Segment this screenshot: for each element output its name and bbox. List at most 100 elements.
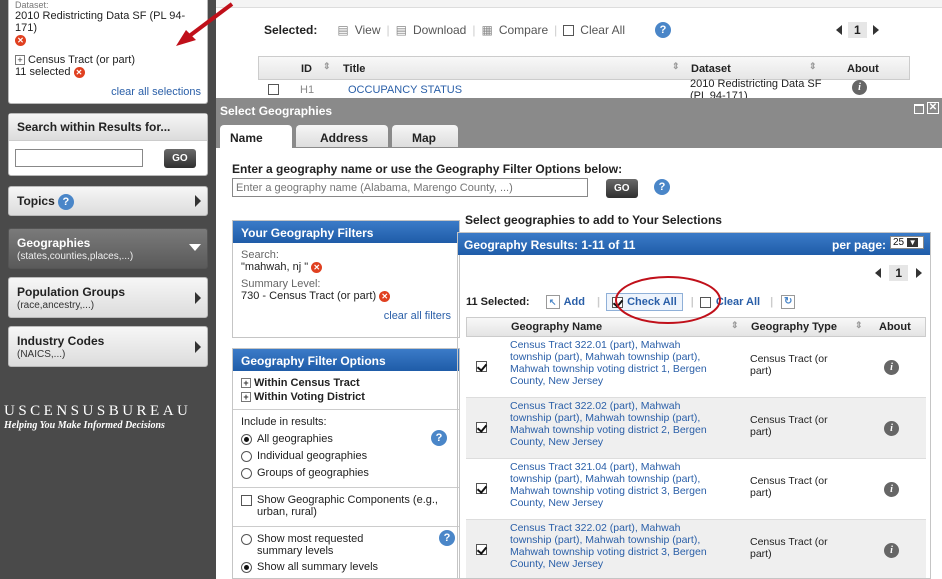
col-title[interactable]: Title — [343, 63, 365, 75]
geographies-panel[interactable]: Geographies (states,counties,places,...) — [8, 228, 208, 269]
results-of: of — [608, 238, 620, 252]
geography-name-link[interactable]: Census Tract 322.01 (part), Mahwah towns… — [510, 339, 724, 387]
geography-name-link[interactable]: Census Tract 321.04 (part), Mahwah towns… — [510, 461, 724, 509]
row-title[interactable]: OCCUPANCY STATUS — [348, 84, 462, 96]
col-geography-type[interactable]: Geography Type — [751, 321, 837, 333]
about-info-icon[interactable]: i — [884, 543, 899, 558]
compare-button[interactable]: Compare — [499, 23, 548, 37]
clear-all-button[interactable]: Clear All — [580, 23, 625, 37]
dataset-label: 2010 Redistricting Data SF (PL 94-171) — [15, 10, 186, 34]
filter-options-header: Geography Filter Options — [233, 349, 459, 371]
refresh-icon[interactable]: ↻ — [781, 295, 796, 309]
industry-codes-panel[interactable]: Industry Codes (NAICS,...) — [8, 326, 208, 367]
geography-type: Census Tract (or part) — [750, 475, 828, 499]
col-about[interactable]: About — [847, 63, 879, 75]
expand-icon[interactable]: + — [241, 378, 251, 389]
chevron-right-icon — [195, 291, 201, 304]
results-pager: 1 — [875, 265, 922, 281]
clear-all-selections-link[interactable]: clear all selections — [111, 86, 201, 98]
help-icon[interactable]: ? — [57, 194, 74, 211]
geography-go-button[interactable]: GO — [606, 179, 638, 198]
next-page-icon[interactable] — [916, 268, 922, 278]
tab-map[interactable]: Map — [392, 125, 458, 147]
col-id[interactable]: ID — [301, 63, 312, 75]
results-page-number[interactable]: 1 — [889, 265, 908, 281]
radio-all[interactable] — [241, 433, 252, 445]
geography-name-link[interactable]: Census Tract 322.02 (part), Mahwah towns… — [510, 522, 724, 570]
prev-page-icon[interactable] — [875, 268, 882, 278]
about-info-icon[interactable]: i — [884, 421, 899, 436]
radio-groups[interactable] — [241, 467, 252, 479]
download-icon: ▤ — [395, 23, 407, 37]
about-info-icon[interactable]: i — [884, 482, 899, 497]
col-about[interactable]: About — [879, 321, 911, 333]
population-groups-panel[interactable]: Population Groups (race,ancestry,...) — [8, 277, 208, 318]
col-geography-name[interactable]: Geography Name — [511, 321, 602, 333]
within-census-tract[interactable]: Within Census Tract — [254, 377, 360, 389]
compare-icon: ▦ — [481, 23, 493, 37]
search-within-input[interactable] — [15, 149, 143, 168]
table-row: Census Tract 322.02 (part), Mahwah towns… — [466, 398, 926, 459]
results-actions: 11 Selected: ↖ Add | Check All | Clear A… — [466, 293, 926, 311]
check-all-button[interactable]: Check All — [606, 293, 683, 311]
col-dataset[interactable]: Dataset — [691, 63, 731, 75]
download-button[interactable]: Download — [413, 23, 466, 37]
remove-census-tract-icon[interactable]: ✕ — [73, 66, 85, 78]
expand-icon[interactable]: + — [15, 55, 25, 66]
prev-page-icon[interactable] — [836, 25, 842, 35]
add-button[interactable]: Add — [564, 296, 585, 308]
census-tract-selected: 11 selected — [15, 66, 71, 78]
help-icon[interactable]: ? — [654, 179, 670, 195]
row-checkbox[interactable] — [476, 361, 487, 372]
logo-tagline: Helping You Make Informed Decisions — [4, 420, 165, 431]
expand-icon[interactable]: + — [241, 392, 251, 403]
geography-prompt: Enter a geography name or use the Geogra… — [232, 162, 623, 176]
next-page-icon[interactable] — [872, 25, 879, 35]
radio-individual[interactable] — [241, 450, 252, 462]
help-icon[interactable]: ? — [439, 530, 455, 546]
logo-text: USCENSUSBUREAU — [4, 403, 192, 419]
search-label: Search: — [241, 249, 279, 261]
page-number[interactable]: 1 — [848, 22, 867, 38]
help-icon[interactable]: ? — [654, 22, 671, 38]
view-button[interactable]: View — [355, 23, 381, 37]
geography-type: Census Tract (or part) — [750, 353, 828, 377]
show-components-checkbox[interactable] — [241, 495, 252, 506]
remove-dataset-icon[interactable]: ✕ — [15, 34, 26, 46]
topics-label: Topics — [17, 194, 55, 208]
row-checkbox[interactable] — [476, 483, 487, 494]
topics-panel[interactable]: Topics ? — [8, 186, 208, 216]
radio-all-summary[interactable] — [241, 561, 252, 573]
about-info-icon[interactable]: i — [884, 360, 899, 375]
row-id: H1 — [300, 84, 315, 96]
geography-name-link[interactable]: Census Tract 322.02 (part), Mahwah towns… — [510, 400, 724, 448]
close-icon[interactable]: ✕ — [927, 102, 939, 114]
clear-all-filters-link[interactable]: clear all filters — [384, 310, 451, 322]
remove-search-icon[interactable]: ✕ — [311, 261, 323, 273]
per-page-select[interactable]: 25 ▼ — [890, 236, 924, 249]
help-icon[interactable]: ? — [431, 430, 447, 446]
add-icon: ↖ — [545, 295, 560, 309]
dataset-header: Dataset: — [15, 0, 49, 10]
about-info-icon[interactable]: i — [852, 80, 867, 95]
maximize-icon[interactable] — [914, 104, 924, 114]
results-clear-all-button[interactable]: Clear All — [716, 296, 760, 308]
dialog-tabs: Name Address Map — [216, 122, 942, 148]
opt-groups-label: Groups of geographies — [257, 467, 369, 479]
industry-sub: (NAICS,...) — [17, 349, 66, 360]
most-requested-label: Show most requested summary levels — [257, 533, 364, 557]
select-prompt: Select geographies to add to Your Select… — [465, 213, 722, 227]
geography-name-input[interactable] — [232, 178, 588, 197]
remove-summary-icon[interactable]: ✕ — [379, 290, 391, 302]
tab-address[interactable]: Address — [296, 125, 388, 147]
row-checkbox[interactable] — [268, 84, 279, 95]
within-voting-district[interactable]: Within Voting District — [254, 391, 365, 403]
selected-count: 11 Selected: — [466, 296, 530, 308]
tab-name[interactable]: Name — [220, 125, 292, 148]
row-checkbox[interactable] — [476, 422, 487, 433]
search-within-go-button[interactable]: GO — [164, 149, 196, 168]
filters-header: Your Geography Filters — [233, 221, 459, 243]
radio-most-requested[interactable] — [241, 534, 252, 545]
row-checkbox[interactable] — [476, 544, 487, 555]
summary-level-value: 730 - Census Tract (or part) — [241, 290, 377, 302]
